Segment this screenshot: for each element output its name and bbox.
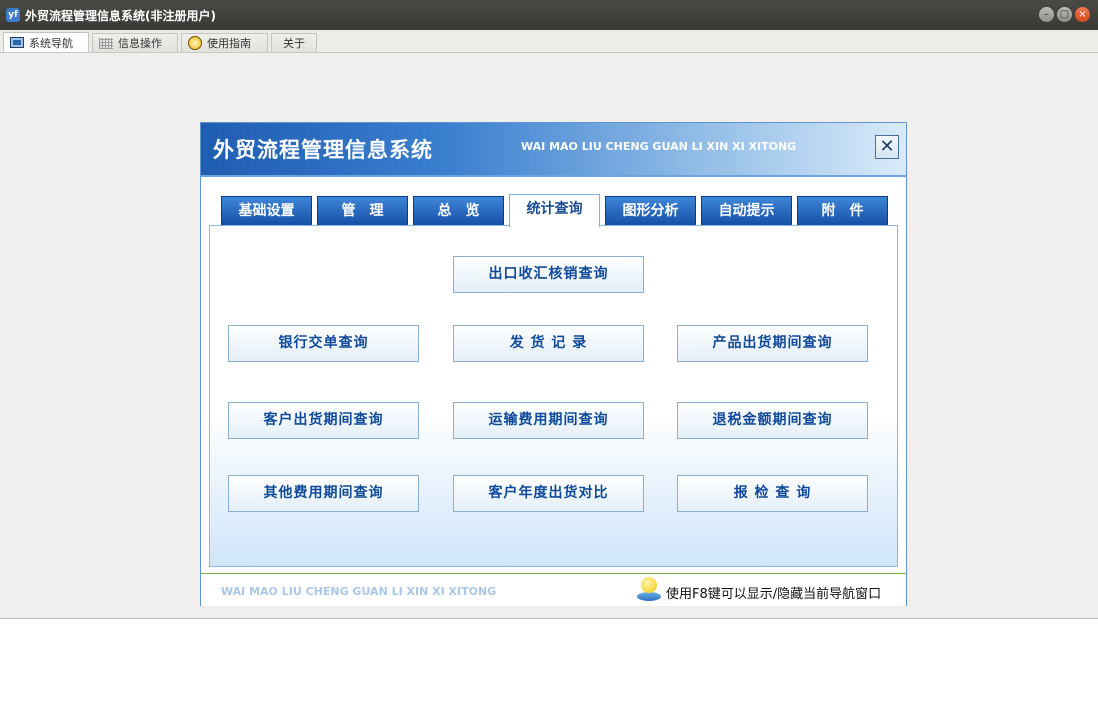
export-forex-query-button[interactable]: 出口收汇核销查询 [453,256,644,293]
bank-submission-query-button[interactable]: 银行交单查询 [228,325,419,362]
nav-tab-manage[interactable]: 管 理 [317,196,408,226]
close-icon[interactable]: × [1075,7,1090,22]
window-controls: – □ × [1039,7,1090,22]
tab-about[interactable]: 关于 [271,33,317,52]
app-logo-icon: yf [6,8,20,22]
other-cost-period-query-button[interactable]: 其他费用期间查询 [228,475,419,512]
window-title: 外贸流程管理信息系统(非注册用户) [25,9,216,23]
help-icon [188,36,202,50]
grid-icon [99,37,113,49]
navigation-panel: 外贸流程管理信息系统 WAI MAO LIU CHENG GUAN LI XIN… [200,122,907,606]
inspection-query-button[interactable]: 报 检 查 询 [677,475,868,512]
nav-tab-graph-analysis[interactable]: 图形分析 [605,196,696,226]
panel-title: 外贸流程管理信息系统 [213,138,433,162]
minimize-icon[interactable]: – [1039,7,1054,22]
tab-user-guide[interactable]: 使用指南 [181,33,268,52]
nav-tab-overview[interactable]: 总 览 [413,196,504,226]
tab-system-nav[interactable]: 系统导航 [3,32,89,52]
panel-footer: WAI MAO LIU CHENG GUAN LI XIN XI XITONG … [201,573,906,606]
monitor-icon [10,37,24,48]
title-bar[interactable]: yf 外贸流程管理信息系统(非注册用户) – □ × [0,0,1098,30]
query-content-area: 出口收汇核销查询 银行交单查询 发 货 记 录 产品出货期间查询 客户出货期间查… [209,225,898,567]
panel-subtitle: WAI MAO LIU CHENG GUAN LI XIN XI XITONG [521,140,797,153]
tab-info-operation[interactable]: 信息操作 [92,33,178,52]
customer-shipment-period-query-button[interactable]: 客户出货期间查询 [228,402,419,439]
tab-label: 使用指南 [207,37,251,50]
customer-annual-shipment-compare-button[interactable]: 客户年度出货对比 [453,475,644,512]
panel-close-icon[interactable]: ✕ [875,135,899,159]
nav-tab-attachments[interactable]: 附 件 [797,196,888,226]
nav-tab-auto-reminder[interactable]: 自动提示 [701,196,792,226]
tab-label: 关于 [283,37,305,50]
tax-refund-period-query-button[interactable]: 退税金额期间查询 [677,402,868,439]
panel-header: 外贸流程管理信息系统 WAI MAO LIU CHENG GUAN LI XIN… [201,123,906,177]
maximize-icon[interactable]: □ [1057,7,1072,22]
nav-tab-basic-settings[interactable]: 基础设置 [221,196,312,226]
main-tab-strip: 系统导航 信息操作 使用指南 关于 [0,30,1098,53]
freight-cost-period-query-button[interactable]: 运输费用期间查询 [453,402,644,439]
nav-tab-statistics[interactable]: 统计查询 [509,194,600,227]
tab-label: 信息操作 [118,37,162,50]
tab-label: 系统导航 [29,36,73,50]
lightbulb-icon [637,577,661,603]
app-window: yf 外贸流程管理信息系统(非注册用户) – □ × 系统导航 信息操作 使用指… [0,0,1098,619]
footer-subtitle: WAI MAO LIU CHENG GUAN LI XIN XI XITONG [221,585,497,598]
footer-hint: 使用F8键可以显示/隐藏当前导航窗口 [666,587,882,602]
product-shipment-period-query-button[interactable]: 产品出货期间查询 [677,325,868,362]
shipment-record-button[interactable]: 发 货 记 录 [453,325,644,362]
